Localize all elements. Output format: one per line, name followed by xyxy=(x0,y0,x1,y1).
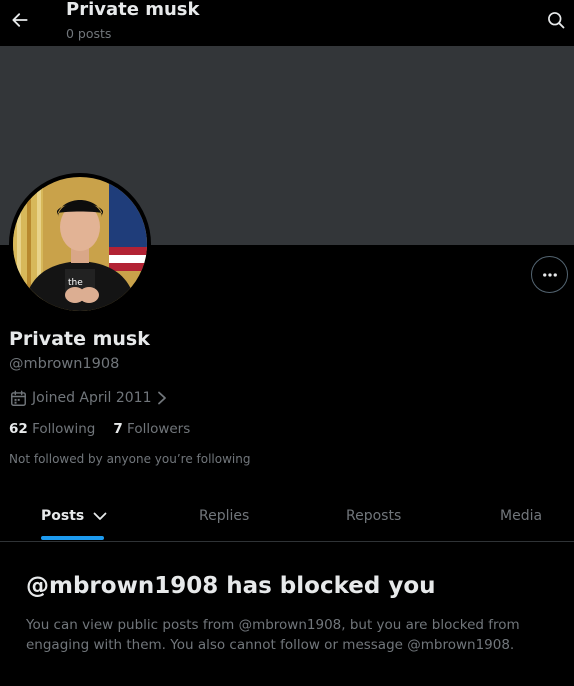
header-post-count: 0 posts xyxy=(66,26,112,41)
followers-count: 7 xyxy=(113,421,123,437)
tab-reposts[interactable]: Reposts xyxy=(346,491,401,541)
chevron-down-icon xyxy=(93,512,107,520)
header-title: Private musk xyxy=(66,0,200,20)
ellipsis-icon xyxy=(542,272,557,277)
more-options-button[interactable] xyxy=(531,256,568,293)
profile-display-name: Private musk xyxy=(9,328,150,350)
tab-posts[interactable]: Posts xyxy=(41,491,108,541)
tab-posts-label: Posts xyxy=(41,508,85,524)
follow-stats: 62 Following 7 Followers xyxy=(9,421,190,437)
search-button[interactable] xyxy=(542,6,570,34)
tab-replies[interactable]: Replies xyxy=(199,491,249,541)
profile-tabs: Posts Replies Reposts Media xyxy=(0,491,574,542)
blocked-message: You can view public posts from @mbrown19… xyxy=(26,617,520,653)
blocked-title: @mbrown1908 has blocked you xyxy=(26,573,436,599)
active-tab-indicator xyxy=(41,536,104,540)
avatar[interactable]: the xyxy=(9,173,151,315)
following-link[interactable]: 62 Following xyxy=(9,421,95,437)
tab-media[interactable]: Media xyxy=(500,491,542,541)
followers-label: Followers xyxy=(127,421,191,437)
back-button[interactable] xyxy=(6,6,34,34)
tab-replies-label: Replies xyxy=(199,508,250,524)
followers-link[interactable]: 7 Followers xyxy=(113,421,190,437)
tab-reposts-label: Reposts xyxy=(346,508,402,524)
search-icon xyxy=(548,12,565,29)
arrow-left-icon xyxy=(12,13,28,27)
not-followed-note: Not followed by anyone you’re following xyxy=(9,452,251,466)
calendar-icon xyxy=(11,390,26,406)
following-count: 62 xyxy=(9,421,28,437)
avatar-photo: the xyxy=(13,177,147,311)
top-bar: Private musk 0 posts xyxy=(0,0,574,46)
svg-text:the: the xyxy=(68,278,83,288)
profile-handle: @mbrown1908 xyxy=(9,356,120,372)
tab-media-label: Media xyxy=(500,508,543,524)
joined-label: Joined April 2011 xyxy=(32,390,152,406)
joined-date[interactable]: Joined April 2011 xyxy=(9,388,172,408)
chevron-right-icon xyxy=(157,391,166,405)
following-label: Following xyxy=(32,421,96,437)
